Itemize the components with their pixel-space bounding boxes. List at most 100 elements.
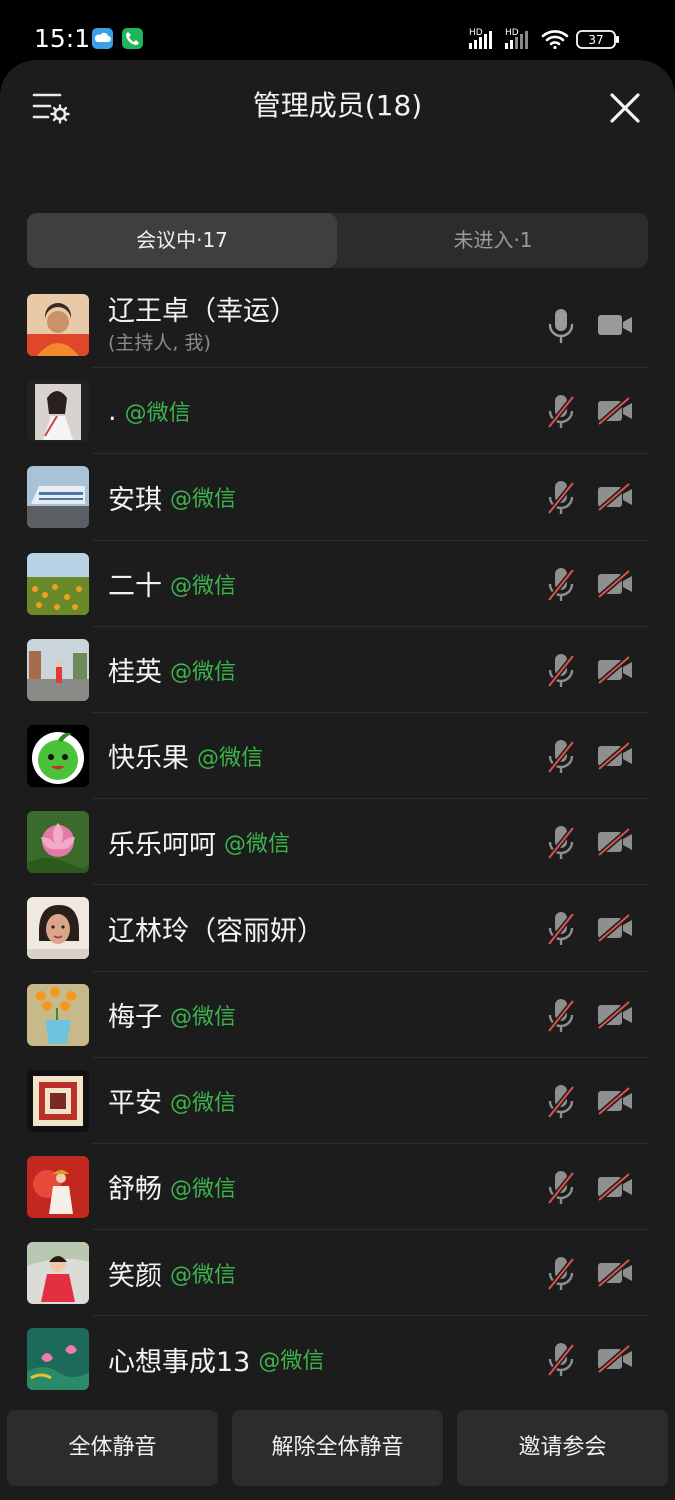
- microphone-muted-icon[interactable]: [545, 824, 577, 862]
- member-row[interactable]: 二十 @微信: [0, 541, 675, 627]
- member-name-line: 平安 @微信: [108, 1058, 236, 1144]
- invite-button[interactable]: 邀请参会: [457, 1410, 668, 1486]
- avatar: [27, 983, 89, 1046]
- microphone-muted-icon[interactable]: [545, 1169, 577, 1207]
- member-row[interactable]: 笑颜 @微信: [0, 1230, 675, 1317]
- member-row[interactable]: 舒畅 @微信: [0, 1144, 675, 1231]
- camera-off-icon[interactable]: [596, 1258, 634, 1288]
- member-row-host[interactable]: 辽王卓（幸运） (主持人, 我): [0, 282, 675, 369]
- member-row[interactable]: . @微信: [0, 368, 675, 455]
- member-name: 辽王卓（幸运）: [108, 296, 297, 327]
- wechat-tag: @微信: [170, 487, 237, 513]
- avatar: [27, 724, 89, 787]
- member-name: 安琪: [108, 484, 162, 516]
- wechat-tag: @微信: [224, 832, 291, 858]
- wifi-icon: [541, 30, 569, 50]
- microphone-muted-icon[interactable]: [545, 997, 577, 1035]
- status-bar: 15:11 HD HD 37: [0, 0, 675, 62]
- wechat-tag: @微信: [258, 1349, 325, 1375]
- wechat-tag: @微信: [170, 1004, 237, 1030]
- microphone-muted-icon[interactable]: [545, 1255, 577, 1293]
- member-name: 快乐果: [108, 743, 189, 775]
- page-title: 管理成员(18): [252, 89, 423, 122]
- camera-off-icon[interactable]: [596, 913, 634, 944]
- tab-in-meeting[interactable]: 会议中·17: [27, 213, 337, 268]
- avatar: [27, 380, 89, 443]
- wechat-tag: @微信: [170, 573, 237, 599]
- camera-off-icon[interactable]: [596, 1085, 634, 1116]
- microphone-muted-icon[interactable]: [545, 1083, 577, 1121]
- member-row[interactable]: 辽林玲（容丽妍）: [0, 885, 675, 972]
- member-row[interactable]: 梅子 @微信: [0, 972, 675, 1058]
- member-row[interactable]: 安琪 @微信: [0, 454, 675, 541]
- phone-app-icon: [122, 28, 143, 49]
- avatar: [27, 466, 89, 529]
- microphone-muted-icon[interactable]: [545, 566, 577, 604]
- wechat-tag: @微信: [197, 745, 264, 771]
- battery-level: 37: [588, 33, 603, 47]
- microphone-muted-icon[interactable]: [545, 738, 577, 776]
- member-name: 二十: [108, 571, 162, 603]
- member-row[interactable]: 平安 @微信: [0, 1058, 675, 1144]
- microphone-muted-icon[interactable]: [545, 652, 577, 690]
- camera-off-icon[interactable]: [596, 999, 634, 1030]
- member-name: 梅子: [108, 1002, 162, 1033]
- wechat-tag: @微信: [124, 401, 191, 427]
- avatar: [27, 1328, 89, 1391]
- member-row[interactable]: 乐乐呵呵 @微信: [0, 799, 675, 886]
- camera-off-icon[interactable]: [596, 396, 634, 427]
- member-name-line: 快乐果 @微信: [108, 713, 263, 799]
- battery-icon: 37: [576, 30, 619, 49]
- camera-off-icon[interactable]: [596, 827, 634, 858]
- member-name-line: 心想事成13 @微信: [108, 1316, 324, 1402]
- member-name-line: . @微信: [108, 368, 191, 454]
- member-name-line: 舒畅 @微信: [108, 1144, 236, 1230]
- member-name-line: 桂英 @微信: [108, 627, 236, 713]
- hd-label-1: HD: [469, 28, 483, 38]
- camera-off-icon[interactable]: [596, 568, 634, 599]
- member-name-line: 乐乐呵呵 @微信: [108, 799, 290, 885]
- avatar: [27, 1069, 89, 1132]
- microphone-muted-icon[interactable]: [545, 393, 577, 431]
- camera-off-icon[interactable]: [596, 654, 634, 685]
- avatar: [27, 1155, 89, 1218]
- tab-not-joined[interactable]: 未进入·1: [338, 213, 648, 268]
- camera-icon[interactable]: [596, 311, 634, 339]
- footer-action-bar: 全体静音 解除全体静音 邀请参会: [0, 1396, 675, 1500]
- member-role: (主持人, 我): [108, 332, 211, 354]
- wechat-tag: @微信: [170, 1263, 237, 1289]
- camera-off-icon[interactable]: [596, 482, 634, 513]
- member-name-line: 梅子 @微信: [108, 972, 236, 1058]
- member-name: 乐乐呵呵: [108, 829, 216, 861]
- member-name: 辽林玲（容丽妍）: [108, 915, 324, 947]
- avatar: [27, 294, 89, 356]
- cloud-app-icon: [92, 28, 113, 49]
- member-row[interactable]: 快乐果 @微信: [0, 713, 675, 800]
- microphone-muted-icon[interactable]: [545, 479, 577, 517]
- member-name: .: [108, 395, 117, 427]
- camera-off-icon[interactable]: [596, 1344, 634, 1375]
- member-name-line: 辽林玲（容丽妍）: [108, 885, 332, 971]
- microphone-muted-icon[interactable]: [545, 910, 577, 948]
- manage-members-sheet: 管理成员(18) 会议中·17 未进入·1 辽王卓（幸运） (主持人, 我) .…: [0, 60, 675, 1500]
- avatar: [27, 1242, 89, 1305]
- member-row[interactable]: 桂英 @微信: [0, 627, 675, 713]
- member-name-line: 笑颜 @微信: [108, 1230, 236, 1316]
- member-name-line: 二十 @微信: [108, 541, 236, 627]
- microphone-icon[interactable]: [545, 307, 577, 345]
- avatar: [27, 638, 89, 701]
- camera-off-icon[interactable]: [596, 741, 634, 771]
- member-name: 桂英: [108, 657, 162, 689]
- close-icon[interactable]: [609, 92, 641, 124]
- member-row[interactable]: 心想事成13 @微信: [0, 1316, 675, 1403]
- camera-off-icon[interactable]: [596, 1171, 634, 1202]
- avatar: [27, 552, 89, 615]
- member-name: 心想事成13: [108, 1346, 251, 1378]
- microphone-muted-icon[interactable]: [545, 1341, 577, 1379]
- avatar: [27, 811, 89, 874]
- avatar: [27, 897, 89, 960]
- wechat-tag: @微信: [170, 1176, 237, 1202]
- unmute-all-button[interactable]: 解除全体静音: [232, 1410, 443, 1486]
- status-indicators: HD HD 37: [467, 26, 637, 52]
- mute-all-button[interactable]: 全体静音: [7, 1410, 218, 1486]
